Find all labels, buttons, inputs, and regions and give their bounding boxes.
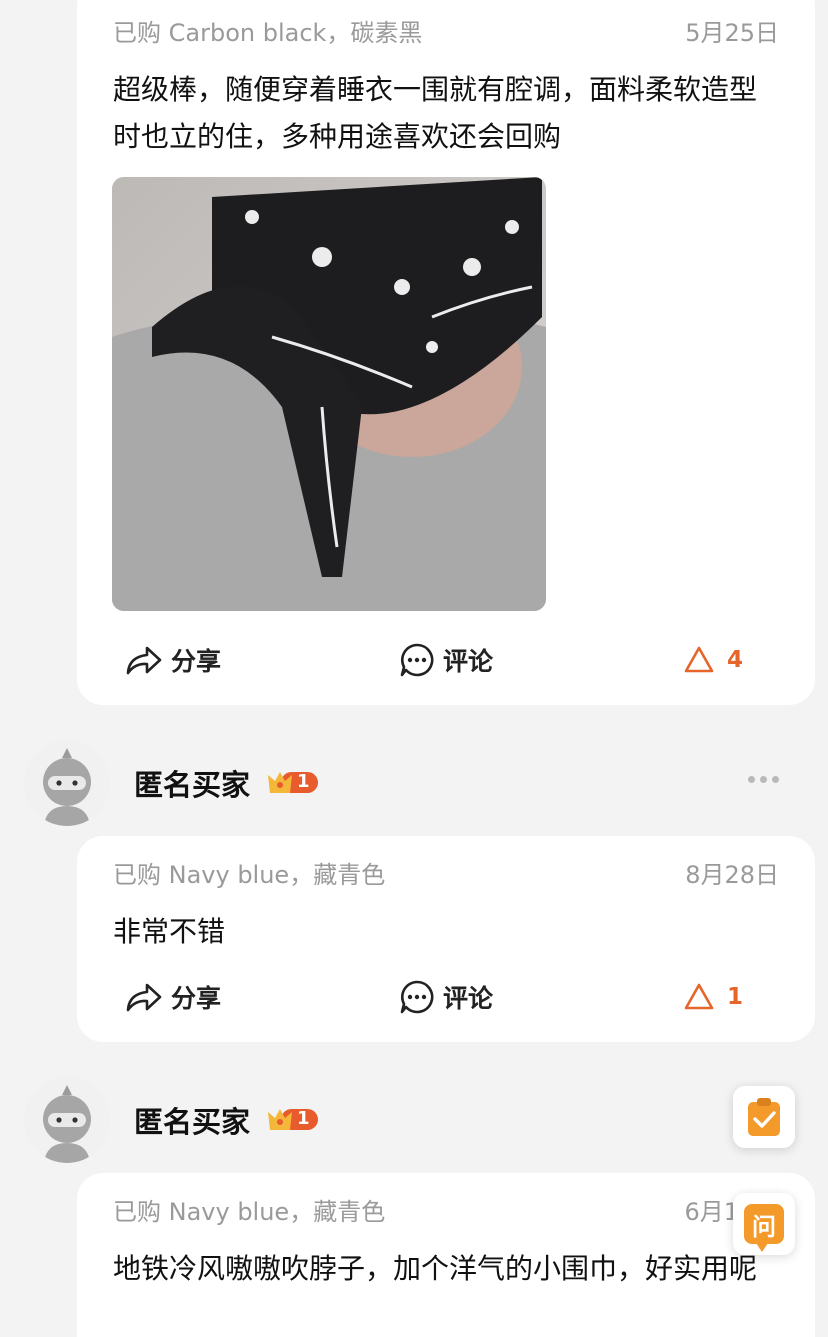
- user-level: 1: [297, 1108, 310, 1129]
- avatar[interactable]: [24, 1077, 110, 1163]
- ask-float-button[interactable]: 问: [733, 1193, 795, 1255]
- comment-icon: [400, 980, 434, 1014]
- vip-badge: 1: [267, 1106, 319, 1132]
- review-date: 6月1: [684, 1198, 739, 1226]
- bandana-photo-image: [112, 177, 546, 611]
- purchased-variant: 已购 Navy blue，藏青色: [113, 861, 386, 889]
- like-button[interactable]: 1: [683, 972, 743, 1022]
- more-dot-icon: [760, 776, 767, 783]
- vip-badge: 1: [267, 769, 319, 795]
- more-dot-icon: [772, 776, 779, 783]
- share-label: 分享: [171, 984, 222, 1013]
- review-card: 已购 Navy blue，藏青色 8月28日 非常不错 分享 评论 1: [77, 836, 815, 1042]
- share-icon: [126, 646, 162, 675]
- reviewer-row: 匿名买家 1: [0, 1077, 828, 1167]
- like-icon: [684, 646, 714, 673]
- review-date: 8月28日: [685, 861, 779, 889]
- purchased-variant: 已购 Navy blue，藏青色: [113, 1198, 386, 1226]
- avatar[interactable]: [24, 740, 110, 826]
- review-card: 已购 Carbon black，碳素黑 5月25日 超级棒，随便穿着睡衣一围就有…: [77, 0, 815, 705]
- like-count: 4: [727, 647, 744, 673]
- more-dot-icon: [748, 776, 755, 783]
- ask-icon: 问: [744, 1204, 784, 1252]
- share-icon: [126, 983, 162, 1012]
- more-options-button[interactable]: [748, 776, 779, 783]
- review-actions: 分享 评论 4: [77, 635, 815, 685]
- share-button[interactable]: 分享: [125, 972, 221, 1022]
- like-count: 1: [727, 984, 744, 1010]
- review-meta: 已购 Navy blue，藏青色 6月1: [113, 1195, 779, 1229]
- purchased-variant: 已购 Carbon black，碳素黑: [113, 19, 423, 47]
- comment-label: 评论: [443, 984, 494, 1013]
- review-text: 非常不错: [113, 915, 226, 948]
- comment-label: 评论: [443, 647, 494, 676]
- comment-button[interactable]: 评论: [399, 972, 493, 1022]
- share-label: 分享: [171, 647, 222, 676]
- comment-button[interactable]: 评论: [399, 635, 493, 685]
- checklist-float-button[interactable]: [733, 1086, 795, 1148]
- review-actions: 分享 评论 1: [77, 972, 815, 1022]
- share-button[interactable]: 分享: [125, 635, 221, 685]
- review-meta: 已购 Navy blue，藏青色 8月28日: [113, 858, 779, 892]
- reviewer-name[interactable]: 匿名买家: [134, 762, 250, 804]
- crown-icon: [268, 772, 318, 793]
- review-date: 5月25日: [685, 19, 779, 47]
- like-icon: [684, 983, 714, 1010]
- comment-icon: [400, 643, 434, 677]
- anonymous-avatar-icon: [24, 740, 110, 826]
- crown-icon: [268, 1109, 318, 1130]
- reviewer-row: 匿名买家 1: [0, 740, 828, 830]
- review-meta: 已购 Carbon black，碳素黑 5月25日: [113, 16, 779, 50]
- anonymous-avatar-icon: [24, 1077, 110, 1163]
- reviewer-name[interactable]: 匿名买家: [134, 1099, 250, 1141]
- review-card: 已购 Navy blue，藏青色 6月1 地铁冷风嗷嗷吹脖子，加个洋气的小围巾，…: [77, 1173, 815, 1337]
- review-photo[interactable]: [112, 177, 546, 611]
- review-text: 地铁冷风嗷嗷吹脖子，加个洋气的小围巾，好实用呢: [113, 1252, 758, 1285]
- review-text: 超级棒，随便穿着睡衣一围就有腔调，面料柔软造型时也立的住，多种用途喜欢还会回购: [113, 73, 758, 153]
- clipboard-check-icon: [748, 1098, 780, 1136]
- like-button[interactable]: 4: [683, 635, 743, 685]
- user-level: 1: [297, 771, 310, 792]
